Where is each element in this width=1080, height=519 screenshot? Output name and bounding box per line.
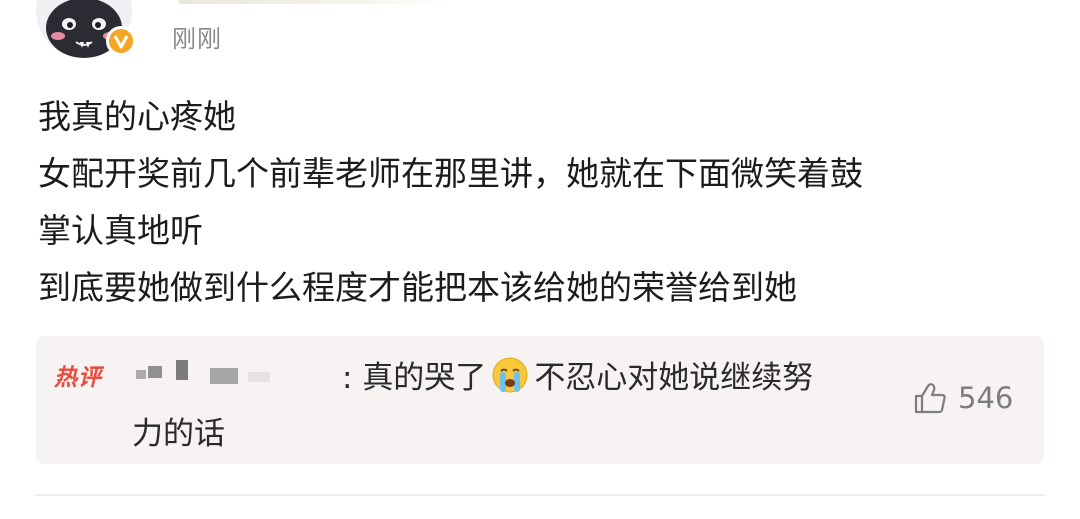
post-line: 掌认真地听 (38, 211, 203, 250)
hot-comment-badge: 热评 (54, 365, 102, 391)
post-line: 我真的心疼她 (38, 97, 236, 136)
comment-text-part: 力的话 (132, 416, 225, 452)
like-button[interactable]: 546 (912, 378, 1013, 418)
comment-text-part: 不忍心对她说继续努 (534, 360, 814, 396)
post-timestamp: 刚刚 (172, 25, 222, 53)
verified-badge-icon (106, 26, 136, 56)
thumbs-up-icon (914, 383, 946, 414)
comment-name-suffix: : (342, 360, 353, 396)
like-count: 546 (958, 381, 1014, 415)
divider (36, 494, 1044, 496)
crying-face-icon (492, 357, 528, 393)
comment-text-part: 真的哭了 (362, 360, 487, 396)
post-line: 女配开奖前几个前辈老师在那里讲，她就在下面微笑着鼓 (38, 154, 863, 193)
username-redacted (178, 0, 448, 4)
hot-comment-text: : 真的哭了 不忍心对她说继续努 力的话 (132, 350, 902, 462)
post-content: 我真的心疼她 女配开奖前几个前辈老师在那里讲，她就在下面微笑着鼓 掌认真地听 到… (38, 88, 1028, 316)
weibo-post-card: 刚刚 我真的心疼她 女配开奖前几个前辈老师在那里讲，她就在下面微笑着鼓 掌认真地… (0, 0, 1080, 519)
hot-comment[interactable]: 热评 : 真的哭了 不忍心对她说继续努 力的话 546 (36, 336, 1044, 464)
post-line: 到底要她做到什么程度才能把本该给她的荣誉给到她 (38, 268, 797, 307)
